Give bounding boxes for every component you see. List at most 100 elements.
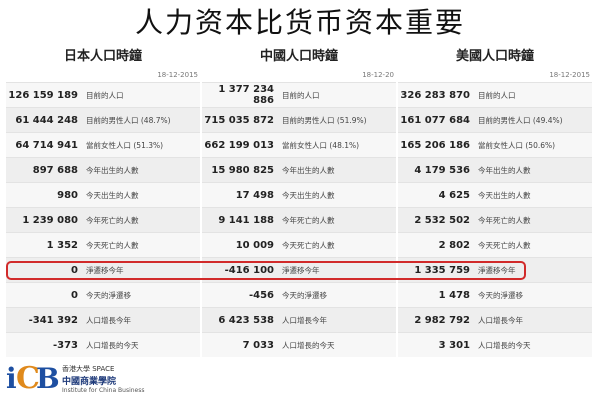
table-row: 897 688 今年出生的人數 [6, 157, 200, 182]
table-row: 6 423 538 人口增長今年 [202, 307, 396, 332]
row-label: 今年出生的人數 [478, 165, 531, 175]
table-row: 4 179 536 今年出生的人數 [398, 157, 592, 182]
row-label: 今年出生的人數 [282, 165, 335, 175]
table-row: 1 377 234 886 目前的人口 [202, 82, 396, 107]
row-value: 10 009 [235, 239, 274, 251]
row-value: 15 980 825 [211, 164, 274, 176]
row-value: 4 179 536 [414, 164, 470, 176]
table-row: 326 283 870 目前的人口 [398, 82, 592, 107]
row-label: 人口增長今年 [478, 315, 523, 325]
icb-logo: i C B 香港大學 SPACE 中國商業學院 Institute for Ch… [2, 360, 162, 398]
row-value: 715 035 872 [204, 114, 274, 126]
table-row: -341 392 人口增長今年 [6, 307, 200, 332]
row-value: 1 377 234 886 [218, 84, 274, 106]
column-date: 18-12-2015 [157, 71, 198, 79]
row-value: 7 033 [242, 339, 274, 351]
row-label: 當前女性人口 (48.1%) [282, 140, 360, 150]
row-value: 3 301 [438, 339, 470, 351]
row-value: 9 141 188 [218, 214, 274, 226]
logo-mark-b: B [36, 362, 60, 395]
row-label: 今天死亡的人數 [86, 240, 139, 250]
table-row: 662 199 013 當前女性人口 (48.1%) [202, 132, 396, 157]
table-row: 17 498 今天出生的人數 [202, 182, 396, 207]
row-label: 當前女性人口 (50.6%) [478, 140, 556, 150]
row-label: 今天出生的人數 [282, 190, 335, 200]
row-label: 今天死亡的人數 [478, 240, 531, 250]
row-value: 61 444 248 [15, 114, 78, 126]
row-label: 目前的男性人口 (48.7%) [86, 115, 171, 125]
column-date: 18-12-2015 [549, 71, 590, 79]
row-value: 326 283 870 [400, 89, 470, 101]
row-value: 6 423 538 [218, 314, 274, 326]
table-row: 4 625 今天出生的人數 [398, 182, 592, 207]
table-row: 1 478 今天的淨遷移 [398, 282, 592, 307]
row-value: 161 077 684 [400, 114, 470, 126]
row-label: 今年死亡的人數 [86, 215, 139, 225]
row-value: 2 532 502 [414, 214, 470, 226]
row-value: -373 [52, 339, 78, 351]
row-value: 2 802 [438, 239, 470, 251]
table-row: 980 今天出生的人數 [6, 182, 200, 207]
row-value: 165 206 186 [400, 139, 470, 151]
row-label: 今天出生的人數 [86, 190, 139, 200]
rows: 1 377 234 886 目前的人口 715 035 872 目前的男性人口 (5… [202, 82, 396, 357]
row-label: 今年出生的人數 [86, 165, 139, 175]
column-header: 美國人口時鐘 [455, 49, 534, 64]
row-label: 人口增長的今天 [86, 340, 139, 350]
row-value: 980 [57, 189, 78, 201]
row-value: 17 498 [235, 189, 274, 201]
usa-population-clock: 美國人口時鐘 18-12-2015 326 283 870 目前的人口 161 0… [398, 46, 592, 357]
row-label: 當前女性人口 (51.3%) [86, 140, 164, 150]
column-header: 日本人口時鐘 [63, 49, 142, 64]
row-label: 今天出生的人數 [478, 190, 531, 200]
row-value: 126 159 189 [8, 89, 78, 101]
row-value: 1 352 [46, 239, 78, 251]
row-label: 今天的淨遷移 [478, 290, 523, 300]
logo-university-text: 香港大學 SPACE [62, 365, 115, 373]
row-value: 1 239 080 [22, 214, 78, 226]
logo-institute-en-text: Institute for China Business [62, 387, 145, 394]
row-value: 1 478 [438, 289, 470, 301]
table-row: 165 206 186 當前女性人口 (50.6%) [398, 132, 592, 157]
table-row: 1 352 今天死亡的人數 [6, 232, 200, 257]
table-row: 161 077 684 目前的男性人口 (49.4%) [398, 107, 592, 132]
row-label: 目前的男性人口 (49.4%) [478, 115, 563, 125]
column-header: 中國人口時鐘 [259, 49, 338, 64]
row-label: 人口增長今年 [282, 315, 327, 325]
row-label: 人口增長的今天 [282, 340, 335, 350]
table-row: -456 今天的淨遷移 [202, 282, 396, 307]
row-value: 662 199 013 [204, 139, 274, 151]
table-row: 3 301 人口增長的今天 [398, 332, 592, 357]
row-value: 64 714 941 [15, 139, 78, 151]
page-title: 人力资本比货币资本重要 [134, 6, 465, 39]
japan-population-clock: 日本人口時鐘 18-12-2015 126 159 189 目前的人口 61 44… [6, 46, 200, 357]
row-label: 今天的淨遷移 [282, 290, 327, 300]
table-row: 0 今天的淨遷移 [6, 282, 200, 307]
table-row: 2 532 502 今年死亡的人數 [398, 207, 592, 232]
row-value: 0 [71, 289, 78, 301]
row-label: 目前的男性人口 (51.9%) [282, 115, 367, 125]
table-row: 61 444 248 目前的男性人口 (48.7%) [6, 107, 200, 132]
row-label: 目前的人口 [478, 90, 516, 100]
table-row: 715 035 872 目前的男性人口 (51.9%) [202, 107, 396, 132]
row-label: 今天的淨遷移 [86, 290, 131, 300]
table-row: 10 009 今天死亡的人數 [202, 232, 396, 257]
row-label: 今年死亡的人數 [282, 215, 335, 225]
table-row: 9 141 188 今年死亡的人數 [202, 207, 396, 232]
row-value: 2 982 792 [414, 314, 470, 326]
column-date: 18-12-20 [362, 71, 394, 79]
row-label: 目前的人口 [282, 90, 320, 100]
net-migration-highlight-box [6, 261, 526, 280]
row-label: 人口增長今年 [86, 315, 131, 325]
table-row: 2 802 今天死亡的人數 [398, 232, 592, 257]
table-row: -373 人口增長的今天 [6, 332, 200, 357]
table-row: 15 980 825 今年出生的人數 [202, 157, 396, 182]
table-row: 1 239 080 今年死亡的人數 [6, 207, 200, 232]
table-row: 7 033 人口增長的今天 [202, 332, 396, 357]
table-row: 126 159 189 目前的人口 [6, 82, 200, 107]
row-value: 897 688 [32, 164, 78, 176]
logo-institute-cn-text: 中國商業學院 [62, 377, 117, 387]
rows: 126 159 189 目前的人口 61 444 248 目前的男性人口 (48.7… [6, 82, 200, 357]
rows: 326 283 870 目前的人口 161 077 684 目前的男性人口 (49.… [398, 82, 592, 357]
row-label: 目前的人口 [86, 90, 124, 100]
